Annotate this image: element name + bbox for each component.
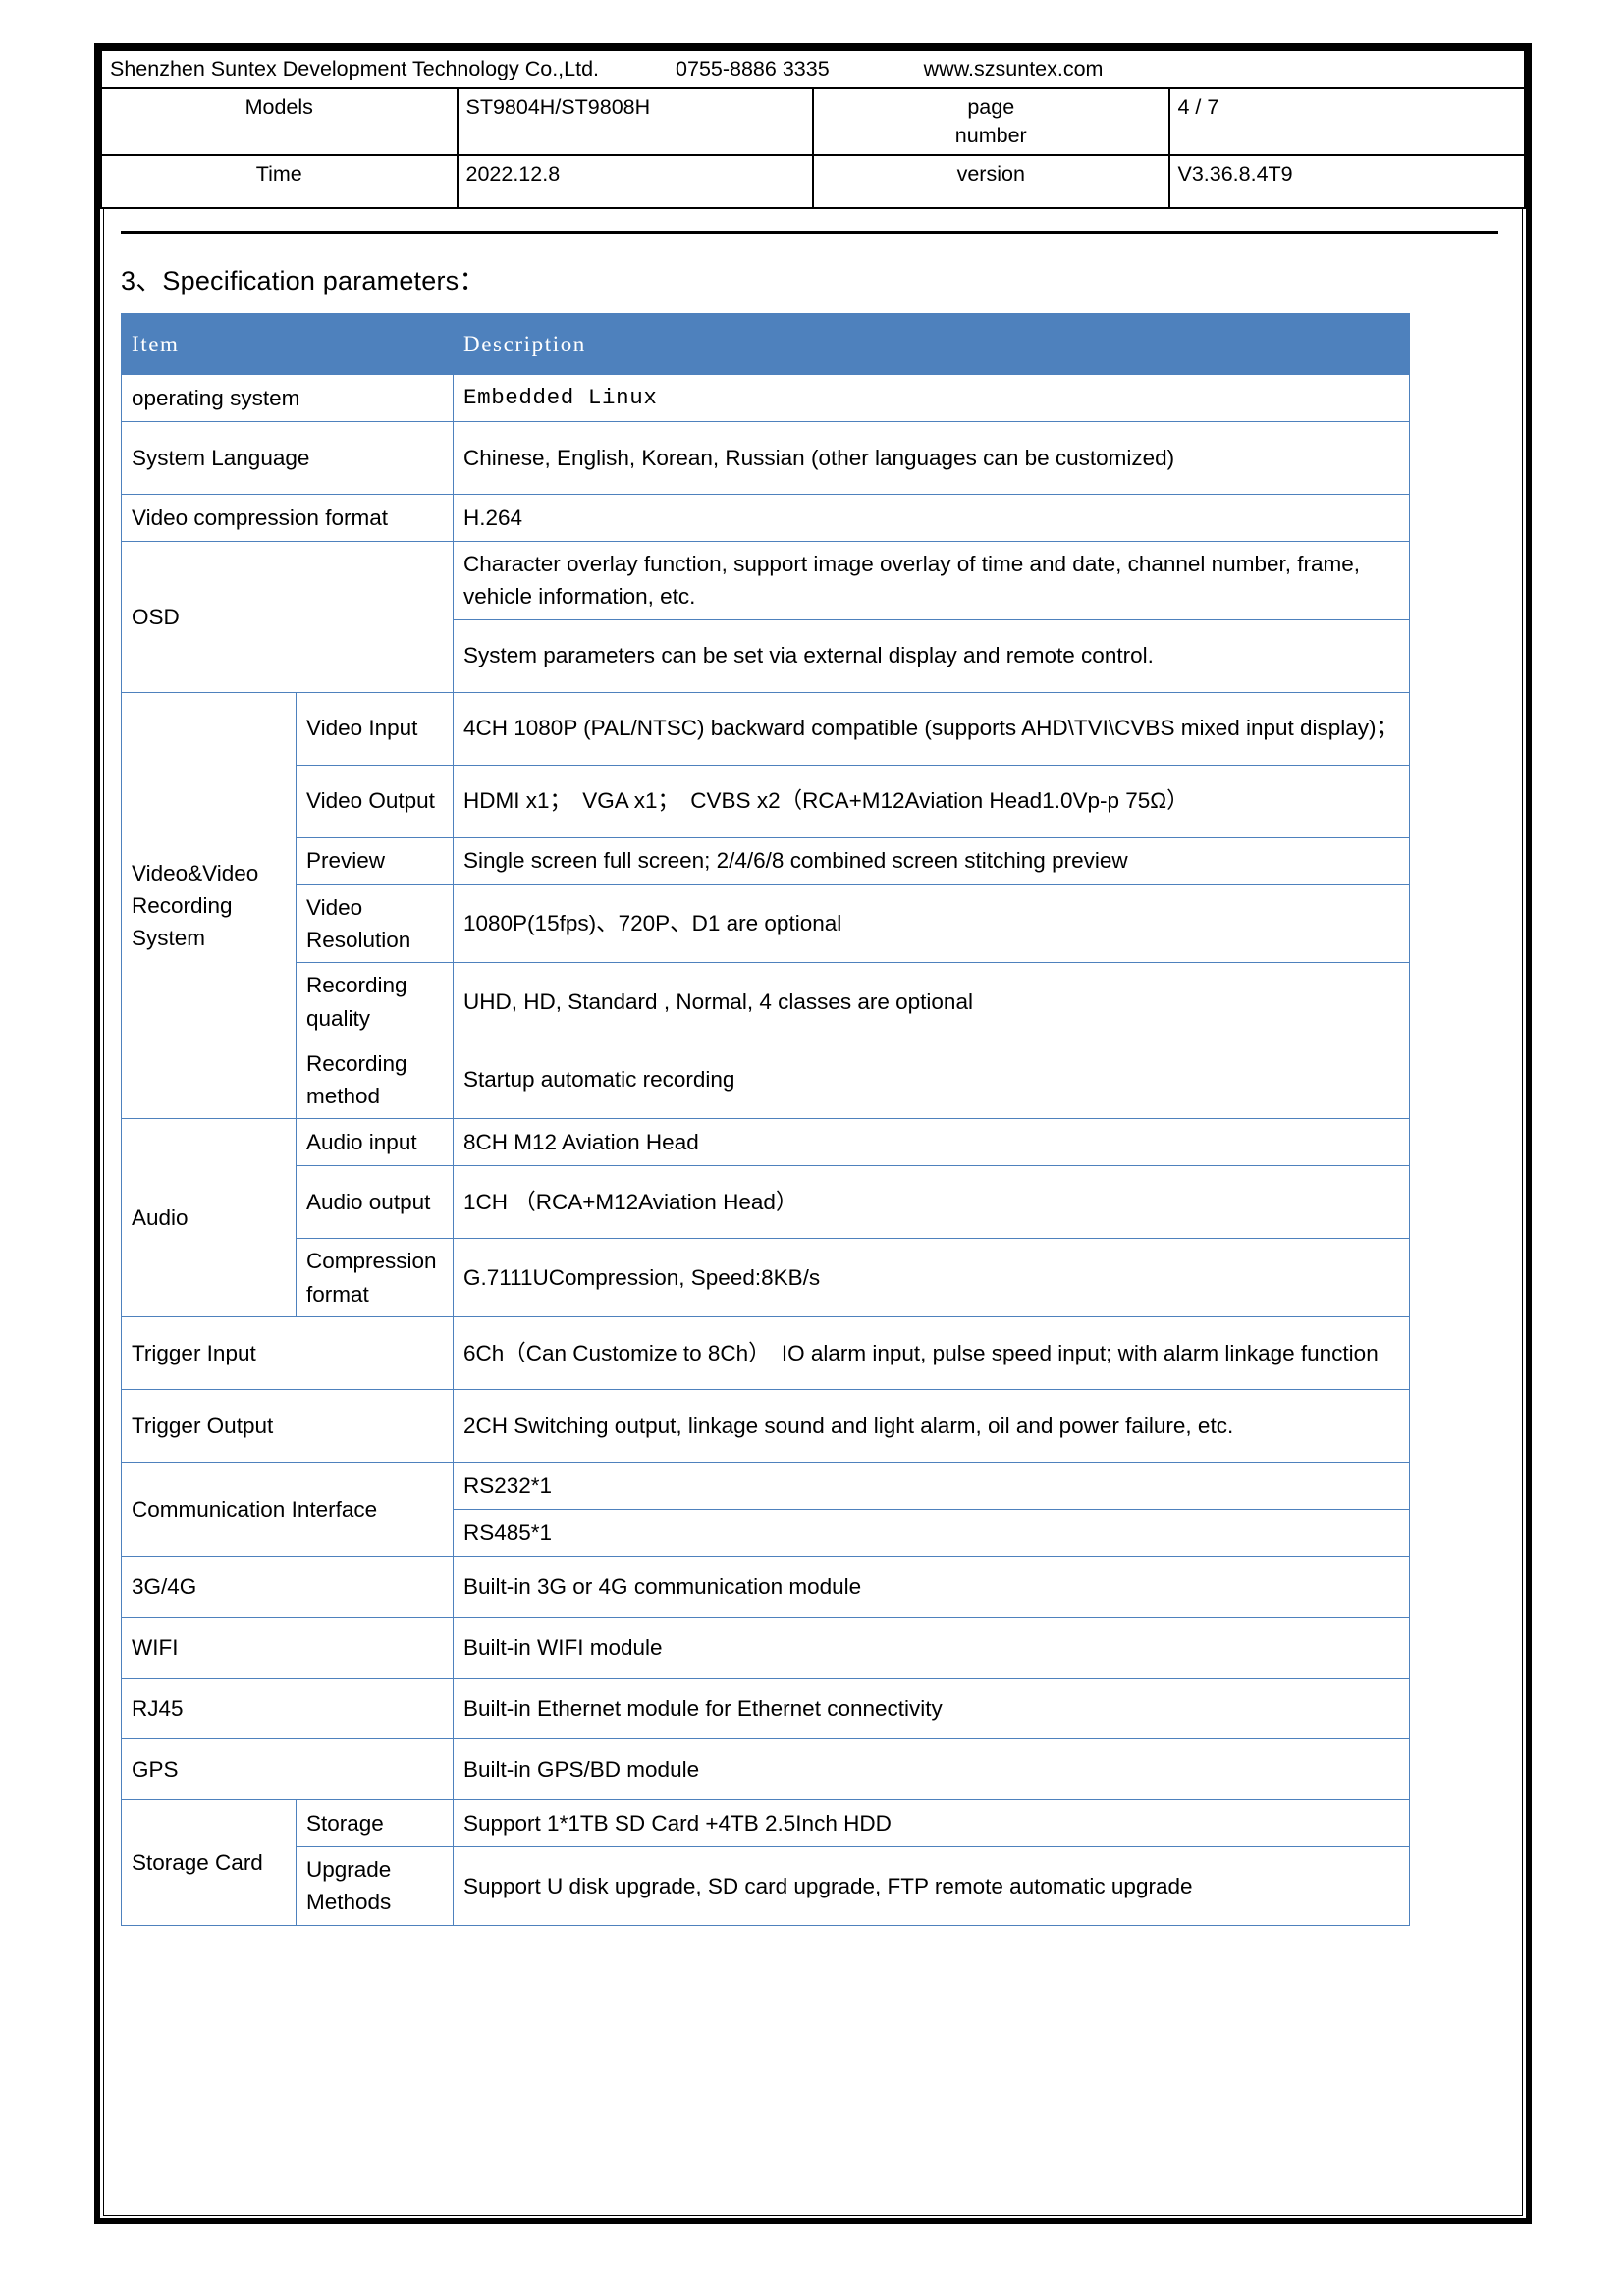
item-group-audio: Audio xyxy=(121,1118,297,1318)
desc-video-compression-format: H.264 xyxy=(453,494,1410,543)
page-number-label-line1: page xyxy=(967,95,1015,120)
item-operating-system: operating system xyxy=(121,374,454,423)
sub-item-compression-format: Compression format xyxy=(296,1238,454,1318)
desc-gps: Built-in GPS/BD module xyxy=(453,1738,1410,1801)
desc-video-resolution: 1080P(15fps)、720P、D1 are optional xyxy=(453,883,1410,964)
sub-item-storage: Storage xyxy=(296,1799,454,1848)
header-models-label: Models xyxy=(100,87,459,157)
header-version-label: version xyxy=(812,154,1170,210)
item-wifi: WIFI xyxy=(121,1617,454,1680)
desc-preview: Single screen full screen; 2/4/6/8 combi… xyxy=(453,836,1410,885)
table-row: GPS Built-in GPS/BD module xyxy=(121,1738,1410,1801)
item-3g-4g: 3G/4G xyxy=(121,1556,454,1619)
table-row: Audio Audio input 8CH M12 Aviation Head xyxy=(121,1118,1410,1318)
table-row: Video Output HDMI x1； VGA x1； CVBS x2（RC… xyxy=(122,764,1410,838)
table-row: Trigger Input 6Ch（Can Customize to 8Ch） … xyxy=(121,1316,1410,1391)
sub-item-video-output: Video Output xyxy=(296,764,454,838)
table-row: operating system Embedded Linux xyxy=(121,374,1410,423)
column-header-item: Item xyxy=(121,313,454,376)
item-group-video-system: Video&Video Recording System xyxy=(121,691,297,1120)
desc-operating-system: Embedded Linux xyxy=(453,374,1410,423)
table-row: Trigger Output 2CH Switching output, lin… xyxy=(121,1389,1410,1464)
document-header-table: Shenzhen Suntex Development Technology C… xyxy=(100,48,1526,210)
table-row: Storage Card Storage Support 1*1TB SD Ca… xyxy=(121,1799,1410,1926)
header-divider-rule xyxy=(121,231,1498,235)
item-group-osd: OSD xyxy=(121,541,454,693)
item-trigger-output: Trigger Output xyxy=(121,1389,454,1464)
sub-item-recording-quality: Recording quality xyxy=(296,962,454,1041)
desc-video-input: 4CH 1080P (PAL/NTSC) backward compatible… xyxy=(453,691,1410,766)
item-gps: GPS xyxy=(121,1738,454,1801)
page-title: 3、Specification parameters： xyxy=(121,266,486,296)
table-row: WIFI Built-in WIFI module xyxy=(121,1617,1410,1680)
header-models-value: ST9804H/ST9808H xyxy=(456,87,814,157)
desc-compression-format: G.7111UCompression, Speed:8KB/s xyxy=(453,1238,1410,1318)
desc-rs485: RS485*1 xyxy=(453,1509,1410,1558)
header-company-row: Shenzhen Suntex Development Technology C… xyxy=(100,48,1526,90)
table-row: System Language Chinese, English, Korean… xyxy=(121,421,1410,496)
table-row: RJ45 Built-in Ethernet module for Ethern… xyxy=(121,1678,1410,1740)
table-row: 3G/4G Built-in 3G or 4G communication mo… xyxy=(121,1556,1410,1619)
desc-upgrade-methods: Support U disk upgrade, SD card upgrade,… xyxy=(453,1846,1410,1926)
item-rj45: RJ45 xyxy=(121,1678,454,1740)
desc-recording-method: Startup automatic recording xyxy=(453,1040,1410,1120)
item-trigger-input: Trigger Input xyxy=(121,1316,454,1391)
table-row: Preview Single screen full screen; 2/4/6… xyxy=(122,836,1410,885)
sub-item-video-resolution: Video Resolution xyxy=(296,883,454,964)
table-row: Video&Video Recording System Video Input… xyxy=(121,691,1410,1120)
company-phone: 0755-8886 3335 xyxy=(676,57,830,80)
desc-audio-output: 1CH （RCA+M12Aviation Head） xyxy=(453,1165,1410,1240)
item-video-compression-format: Video compression format xyxy=(121,494,454,543)
table-row: Recording quality UHD, HD, Standard , No… xyxy=(122,962,1410,1041)
header-company-cell: Shenzhen Suntex Development Technology C… xyxy=(100,48,1526,90)
desc-recording-quality: UHD, HD, Standard , Normal, 4 classes ar… xyxy=(453,962,1410,1041)
header-time-label: Time xyxy=(100,154,459,210)
sub-item-video-input: Video Input xyxy=(296,691,454,766)
table-row: Video Resolution 1080P(15fps)、720P、D1 ar… xyxy=(122,883,1410,964)
desc-rs232: RS232*1 xyxy=(453,1462,1410,1511)
sub-item-preview: Preview xyxy=(296,836,454,885)
item-communication-interface: Communication Interface xyxy=(121,1462,454,1558)
table-row: Video compression format H.264 xyxy=(121,494,1410,543)
page-content: Shenzhen Suntex Development Technology C… xyxy=(100,48,1526,1926)
desc-osd-2: System parameters can be set via externa… xyxy=(453,618,1410,693)
header-time-row: Time 2022.12.8 version V3.36.8.4T9 xyxy=(100,154,1526,210)
header-page-number-label: page number xyxy=(812,87,1170,157)
table-row: OSD Character overlay function, support … xyxy=(121,541,1410,693)
header-version-value: V3.36.8.4T9 xyxy=(1167,154,1526,210)
specification-parameters-table: Item Description operating system Embedd… xyxy=(121,313,1410,1926)
desc-3g-4g: Built-in 3G or 4G communication module xyxy=(453,1556,1410,1619)
item-system-language: System Language xyxy=(121,421,454,496)
spec-table-header-row: Item Description xyxy=(121,313,1410,376)
company-name: Shenzhen Suntex Development Technology C… xyxy=(110,57,600,80)
sub-item-upgrade-methods: Upgrade Methods xyxy=(296,1846,454,1926)
item-group-storage-card: Storage Card xyxy=(121,1799,297,1926)
desc-video-output: HDMI x1； VGA x1； CVBS x2（RCA+M12Aviation… xyxy=(453,764,1410,838)
table-row: Communication Interface RS232*1 xyxy=(121,1462,1410,1558)
table-row: Compression format G.7111UCompression, S… xyxy=(122,1238,1410,1318)
page-number-label-line2: number xyxy=(954,124,1027,148)
column-header-description: Description xyxy=(453,313,1410,376)
table-row: Upgrade Methods Support U disk upgrade, … xyxy=(122,1846,1410,1926)
company-website: www.szsuntex.com xyxy=(923,57,1104,80)
table-row: Audio output 1CH （RCA+M12Aviation Head） xyxy=(122,1165,1410,1240)
desc-storage: Support 1*1TB SD Card +4TB 2.5Inch HDD xyxy=(453,1799,1410,1848)
desc-trigger-output: 2CH Switching output, linkage sound and … xyxy=(453,1389,1410,1464)
desc-system-language: Chinese, English, Korean, Russian (other… xyxy=(453,421,1410,496)
header-time-value: 2022.12.8 xyxy=(456,154,814,210)
desc-trigger-input: 6Ch（Can Customize to 8Ch） IO alarm input… xyxy=(453,1316,1410,1391)
desc-rj45: Built-in Ethernet module for Ethernet co… xyxy=(453,1678,1410,1740)
header-models-row: Models ST9804H/ST9808H page number 4 / 7 xyxy=(100,87,1526,157)
desc-audio-input: 8CH M12 Aviation Head xyxy=(453,1118,1410,1167)
sub-item-audio-output: Audio output xyxy=(296,1165,454,1240)
desc-wifi: Built-in WIFI module xyxy=(453,1617,1410,1680)
header-page-number-value: 4 / 7 xyxy=(1167,87,1526,157)
sub-item-audio-input: Audio input xyxy=(296,1118,454,1167)
desc-osd-1: Character overlay function, support imag… xyxy=(453,541,1410,620)
sub-item-recording-method: Recording method xyxy=(296,1040,454,1120)
table-row: Recording method Startup automatic recor… xyxy=(122,1040,1410,1120)
